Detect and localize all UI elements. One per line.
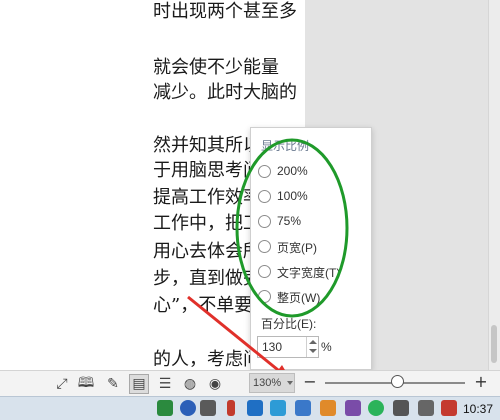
zoom-option-text-width[interactable]: 文字宽度(T): [251, 260, 371, 284]
help-icon[interactable]: [180, 400, 196, 416]
zoom-option-label: 100%: [277, 189, 308, 203]
input-method-icon[interactable]: [441, 400, 457, 416]
sogou-icon[interactable]: [157, 400, 173, 416]
radio-icon[interactable]: [258, 290, 271, 303]
box-icon[interactable]: [247, 400, 263, 416]
radio-icon[interactable]: [258, 215, 271, 228]
cloud-icon[interactable]: [270, 400, 286, 416]
doc-line: 减少。此时大脑的: [153, 82, 297, 103]
taskbar: [0, 396, 500, 420]
zoom-in-button[interactable]: +: [473, 373, 489, 393]
page-view-icon[interactable]: ▤: [129, 374, 149, 394]
zoom-option-label: 页宽(P): [277, 241, 317, 255]
zoom-option-whole-page[interactable]: 整页(W): [251, 285, 371, 309]
percent-stepper[interactable]: [257, 336, 319, 358]
zoom-option-75[interactable]: 75%: [251, 210, 371, 234]
wechat-icon[interactable]: [368, 400, 384, 416]
percent-label: 百分比(E):: [261, 317, 317, 331]
network-icon[interactable]: [393, 400, 409, 416]
zoom-option-label: 75%: [277, 214, 302, 228]
spin-up-icon[interactable]: [309, 340, 317, 344]
radio-icon[interactable]: [258, 190, 271, 203]
popup-title: 显示比例: [261, 139, 310, 153]
display-icon[interactable]: [295, 400, 311, 416]
edit-pen-icon[interactable]: ✎: [103, 374, 123, 394]
zoom-out-button[interactable]: −: [302, 373, 318, 393]
radio-icon[interactable]: [258, 240, 271, 253]
percent-input[interactable]: [262, 340, 302, 354]
percent-sign: %: [321, 340, 332, 354]
zoom-popup: 显示比例 200% 100% 75% 页宽(P) 文字宽度(T) 整页(W) 百…: [250, 127, 372, 370]
outline-view-icon[interactable]: ☰: [155, 374, 175, 394]
percent-spinner[interactable]: [306, 337, 318, 357]
phone-icon[interactable]: [200, 400, 216, 416]
scrollbar-thumb[interactable]: [491, 325, 497, 363]
vertical-scrollbar[interactable]: [488, 0, 500, 370]
flag-icon[interactable]: [320, 400, 336, 416]
fit-page-icon[interactable]: ⤢: [52, 374, 72, 394]
radio-icon[interactable]: [258, 265, 271, 278]
doc-line: 时出现两个甚至多: [153, 1, 297, 22]
volume-icon[interactable]: [418, 400, 434, 416]
zoom-option-label: 文字宽度(T): [277, 266, 341, 280]
zoom-option-label: 整页(W): [277, 291, 321, 305]
zoom-option-200[interactable]: 200%: [251, 160, 371, 184]
zoom-option-label: 200%: [277, 164, 308, 178]
radio-icon[interactable]: [258, 165, 271, 178]
taskbar-clock: 10:37: [463, 402, 494, 416]
chevron-down-icon[interactable]: [287, 381, 293, 385]
spin-down-icon[interactable]: [309, 349, 317, 353]
zoom-slider-thumb[interactable]: [390, 375, 404, 388]
doc-line: 就会使不少能量: [153, 57, 279, 78]
eye-protect-icon[interactable]: ◉: [205, 374, 225, 394]
zoom-option-page-width[interactable]: 页宽(P): [251, 235, 371, 259]
usb-icon[interactable]: [227, 400, 235, 416]
reading-mode-icon[interactable]: 🕮: [76, 374, 96, 394]
zoom-option-100[interactable]: 100%: [251, 185, 371, 209]
shield-icon[interactable]: [345, 400, 361, 416]
web-view-icon[interactable]: ◍: [180, 374, 200, 394]
